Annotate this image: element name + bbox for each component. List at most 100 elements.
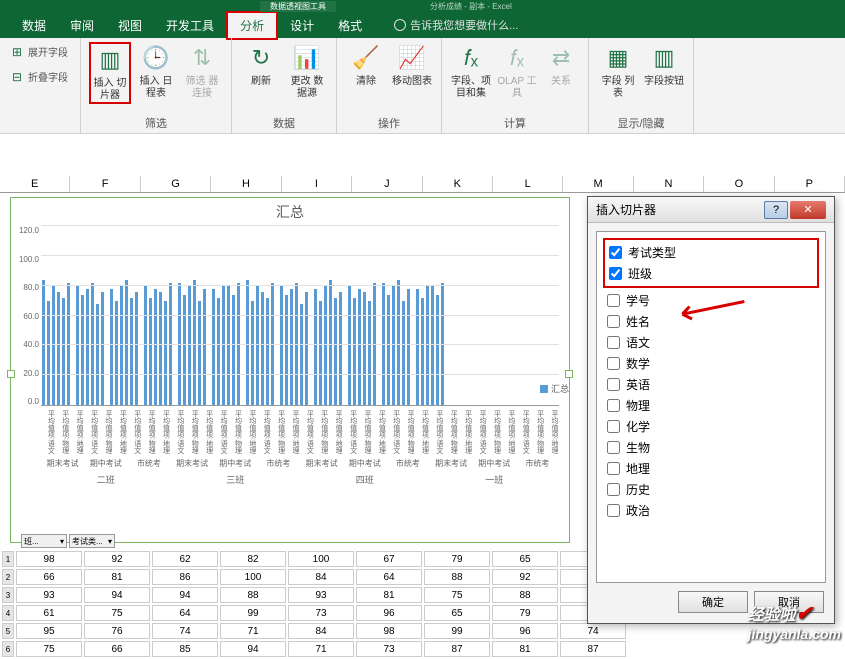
tell-me[interactable]: 告诉我您想要做什么... — [394, 17, 518, 33]
slicer-field[interactable]: 数学 — [603, 353, 819, 374]
cell[interactable]: 81 — [356, 587, 422, 603]
column-header[interactable]: O — [704, 176, 774, 192]
column-header[interactable]: J — [352, 176, 422, 192]
slicer-field[interactable]: 化学 — [603, 416, 819, 437]
tab-data[interactable]: 数据 — [10, 13, 58, 38]
field-checkbox[interactable] — [607, 504, 620, 517]
cell[interactable]: 93 — [16, 587, 82, 603]
insert-timeline-button[interactable]: 🕒 插入 日程表 — [135, 42, 177, 100]
field-checkbox[interactable] — [607, 315, 620, 328]
column-header[interactable]: N — [634, 176, 704, 192]
cell[interactable]: 98 — [16, 551, 82, 567]
ok-button[interactable]: 确定 — [678, 591, 748, 613]
column-header[interactable]: G — [141, 176, 211, 192]
dialog-titlebar[interactable]: 插入切片器 ? ✕ — [588, 197, 834, 223]
field-checkbox[interactable] — [607, 294, 620, 307]
cell[interactable]: 88 — [220, 587, 286, 603]
slicer-field[interactable]: 政治 — [603, 500, 819, 521]
cell[interactable]: 61 — [16, 605, 82, 621]
cell[interactable]: 71 — [288, 641, 354, 657]
field-checkbox[interactable] — [607, 378, 620, 391]
cell[interactable]: 88 — [424, 569, 490, 585]
slicer-field[interactable]: 班级 — [605, 263, 817, 284]
field-checkbox[interactable] — [607, 441, 620, 454]
column-header[interactable]: H — [211, 176, 281, 192]
cell[interactable]: 92 — [492, 569, 558, 585]
clear-button[interactable]: 🧹 清除 — [345, 42, 387, 88]
refresh-button[interactable]: ↻ 刷新 — [240, 42, 282, 88]
cell[interactable]: 82 — [220, 551, 286, 567]
expand-field[interactable]: ⊞展开字段 — [8, 42, 72, 61]
slicer-field[interactable]: 英语 — [603, 374, 819, 395]
row-header[interactable]: 6 — [2, 641, 14, 657]
filter-class[interactable]: 班...▾ — [21, 534, 67, 548]
fields-button[interactable]: 𝑓ₓ 字段、项 目和集 — [450, 42, 492, 100]
cell[interactable]: 99 — [424, 623, 490, 639]
row-header[interactable]: 2 — [2, 569, 14, 585]
cell[interactable]: 64 — [152, 605, 218, 621]
cell[interactable]: 93 — [288, 587, 354, 603]
cell[interactable]: 73 — [356, 641, 422, 657]
field-checkbox[interactable] — [609, 246, 622, 259]
column-header[interactable]: L — [493, 176, 563, 192]
cell[interactable]: 79 — [424, 551, 490, 567]
cell[interactable]: 87 — [424, 641, 490, 657]
row-header[interactable]: 1 — [2, 551, 14, 567]
slicer-field[interactable]: 物理 — [603, 395, 819, 416]
change-datasource-button[interactable]: 📊 更改 数据源 — [286, 42, 328, 100]
column-header[interactable]: P — [775, 176, 845, 192]
row-header[interactable]: 5 — [2, 623, 14, 639]
help-button[interactable]: ? — [764, 201, 788, 219]
fieldlist-button[interactable]: ▦ 字段 列表 — [597, 42, 639, 100]
tab-view[interactable]: 视图 — [106, 13, 154, 38]
field-checkbox[interactable] — [607, 336, 620, 349]
slicer-field[interactable]: 地理 — [603, 458, 819, 479]
tab-developer[interactable]: 开发工具 — [154, 13, 226, 38]
cell[interactable]: 74 — [152, 623, 218, 639]
insert-slicer-button[interactable]: ▥ 插入 切片器 — [89, 42, 131, 104]
cell[interactable]: 100 — [220, 569, 286, 585]
move-chart-button[interactable]: 📈 移动图表 — [391, 42, 433, 88]
close-button[interactable]: ✕ — [790, 201, 826, 219]
cell[interactable]: 71 — [220, 623, 286, 639]
row-header[interactable]: 4 — [2, 605, 14, 621]
cell[interactable]: 67 — [356, 551, 422, 567]
cell[interactable]: 66 — [84, 641, 150, 657]
cell[interactable]: 62 — [152, 551, 218, 567]
olap-button[interactable]: 𝑓ₓ OLAP 工具 — [496, 42, 538, 100]
column-header[interactable]: F — [70, 176, 140, 192]
field-checkbox[interactable] — [607, 420, 620, 433]
cell[interactable]: 88 — [492, 587, 558, 603]
tab-design[interactable]: 设计 — [278, 13, 326, 38]
cell[interactable]: 66 — [16, 569, 82, 585]
column-header[interactable]: E — [0, 176, 70, 192]
cell[interactable]: 87 — [560, 641, 626, 657]
slicer-field[interactable]: 语文 — [603, 332, 819, 353]
cell[interactable]: 64 — [356, 569, 422, 585]
cell[interactable]: 84 — [288, 569, 354, 585]
fieldbtn-button[interactable]: ▥ 字段按钮 — [643, 42, 685, 88]
filter-connections-button[interactable]: ⇅ 筛选 器连接 — [181, 42, 223, 100]
slicer-field[interactable]: 生物 — [603, 437, 819, 458]
field-checkbox[interactable] — [607, 399, 620, 412]
filter-examtype[interactable]: 考试类...▾ — [69, 534, 115, 548]
cell[interactable]: 100 — [288, 551, 354, 567]
cell[interactable]: 94 — [220, 641, 286, 657]
field-checkbox[interactable] — [607, 483, 620, 496]
collapse-field[interactable]: ⊟折叠字段 — [8, 67, 72, 86]
tab-format[interactable]: 格式 — [326, 13, 374, 38]
cell[interactable]: 75 — [16, 641, 82, 657]
cell[interactable]: 65 — [492, 551, 558, 567]
slicer-field[interactable]: 历史 — [603, 479, 819, 500]
cell[interactable]: 95 — [16, 623, 82, 639]
cell[interactable]: 96 — [356, 605, 422, 621]
cell[interactable]: 92 — [84, 551, 150, 567]
cell[interactable]: 96 — [492, 623, 558, 639]
cell[interactable]: 81 — [492, 641, 558, 657]
tab-review[interactable]: 审阅 — [58, 13, 106, 38]
field-checkbox[interactable] — [609, 267, 622, 280]
cell[interactable]: 76 — [84, 623, 150, 639]
cell[interactable]: 73 — [288, 605, 354, 621]
cell[interactable]: 99 — [220, 605, 286, 621]
cell[interactable]: 84 — [288, 623, 354, 639]
